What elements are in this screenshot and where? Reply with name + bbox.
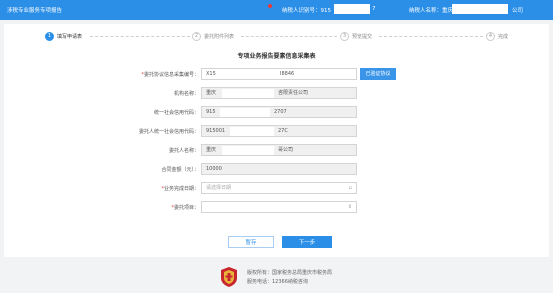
main-card: 1 填写申请表 2 委托附件列表 3 预览提交 4 完成 专项业务报告要素信息采… [4,24,549,257]
step-3: 3 预览提交 [340,31,372,41]
completion-date-input[interactable]: 请选择日期 ▫ [201,182,357,194]
step-2: 2 委托附件列表 [192,31,234,41]
field-label: 统一社会信用代码： [153,110,199,116]
step-number: 1 [45,31,54,41]
field-contract-amount: 合同金额（元）： 10000 [4,163,549,175]
field-client-credit-code: 委托人统一社会信用代码： 915001 27C [4,125,549,137]
step-connector [90,36,190,37]
save-draft-button[interactable]: 暂存 [228,236,274,248]
select-arrows-icon: ⇕ [347,204,352,210]
page-footer: 版权所有：国家税务总局重庆市税务局 服务电话：12366纳税咨询 [0,259,553,293]
taxpayer-id-tail: 7 [372,6,376,12]
contract-amount-input[interactable]: 10000 [201,163,357,175]
notification-dot [268,4,272,8]
field-label: 委托人名称： [168,148,199,154]
calendar-icon[interactable]: ▫ [349,183,352,193]
app-title: 涉税专业服务专项报告 [7,8,63,14]
field-completion-date: *业务完成日期： 请选择日期 ▫ [4,182,549,194]
redaction-block [452,4,508,14]
step-label: 预览提交 [352,33,373,40]
redaction-block [220,108,270,117]
field-credit-code: 统一社会信用代码： 915 2707 [4,106,549,118]
agreement-number-input[interactable]: X15 I8846 [201,68,357,80]
field-label: *委托协议信息采集编号： [141,72,199,78]
field-label: 委托人统一社会信用代码： [138,129,199,135]
step-label: 完成 [498,33,509,40]
redaction-block [222,70,277,79]
redaction-block [334,4,370,14]
field-label: *业务完成日期： [161,186,199,192]
step-4: 4 完成 [486,31,508,41]
field-label: 合同金额（元）： [161,167,199,173]
step-label: 委托附件列表 [204,33,235,40]
step-connector [379,36,483,37]
step-connector [241,36,337,37]
top-header-bar: 涉税专业服务专项报告 纳税人识别号：915 7 纳税人名称：重庆景 公司 [0,0,553,20]
field-client-name: 委托人名称： 重庆 哥公司 [4,144,549,156]
taxpayer-name-tail: 公司 [512,8,524,14]
field-label: *委托项目： [171,205,199,211]
step-number: 2 [192,31,201,41]
taxpayer-id-label: 纳税人识别号：915 [282,8,331,14]
client-name-input[interactable]: 重庆 哥公司 [201,144,357,156]
step-label: 填写申请表 [57,33,83,40]
form-title: 专项业务报告要素信息采集表 [237,53,316,60]
step-number: 3 [340,31,349,41]
step-progress: 1 填写申请表 2 委托附件列表 3 预览提交 4 完成 [4,24,549,46]
field-org-name: 机构名称： 重庆 咨限责任公司 [4,87,549,99]
step-1: 1 填写申请表 [45,31,82,41]
verify-agreement-button[interactable]: 已验证协议 [360,68,396,80]
client-credit-code-input[interactable]: 915001 27C [201,125,357,137]
tax-bureau-emblem-icon [221,267,237,287]
entrusted-project-select[interactable]: ⇕ [201,201,357,213]
field-entrusted-project: *委托项目： ⇕ [4,201,549,213]
org-name-input[interactable]: 重庆 咨限责任公司 [201,87,357,99]
field-label: 机构名称： [173,91,199,97]
footer-phone: 服务电话：12366纳税咨询 [247,279,308,285]
redaction-block [222,89,274,98]
credit-code-input[interactable]: 915 2707 [201,106,357,118]
step-number: 4 [486,31,495,41]
redaction-block [230,127,274,136]
next-step-button[interactable]: 下一步 [282,236,332,248]
redaction-block [222,146,274,155]
field-agreement-number: *委托协议信息采集编号： X15 I8846 已验证协议 [4,68,549,80]
footer-copyright: 版权所有：国家税务总局重庆市税务局 [247,270,333,276]
